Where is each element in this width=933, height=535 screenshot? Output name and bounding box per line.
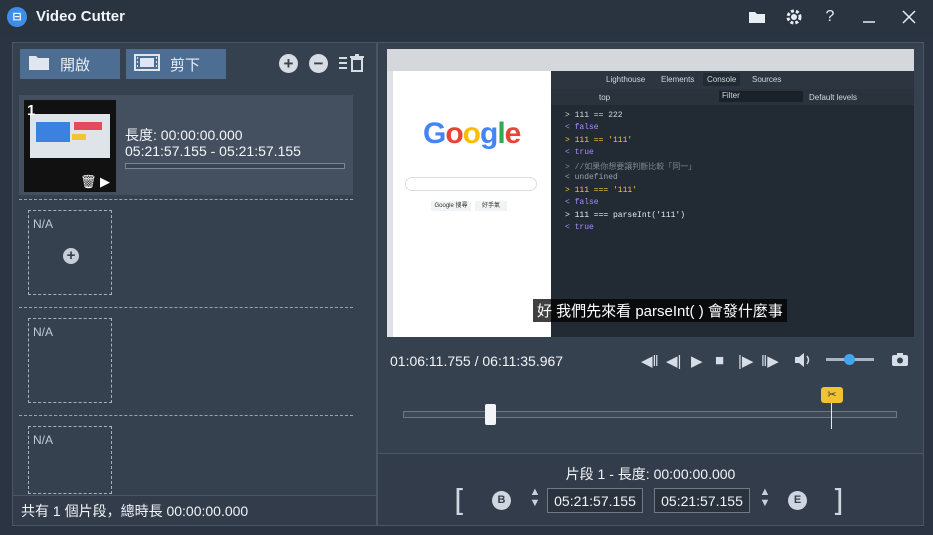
close-icon[interactable] [898,6,920,28]
help-icon[interactable]: ? [819,6,841,28]
google-page: Google Google 搜尋 好手氣 [393,71,551,337]
folder-open-icon [28,54,50,75]
skip-forward-icon[interactable]: ‖▶ [761,352,779,370]
slot-label: N/A [33,217,54,231]
devtools-tab: Lighthouse [606,75,646,84]
clip-thumbnail: 1 🗑 ▶ [24,100,116,192]
add-slot-icon[interactable]: + [63,248,79,264]
step-forward-icon[interactable]: |▶ [738,352,753,370]
segment-info: 片段 1 - 長度: 00:00:00.000 [565,466,736,482]
console-line: < true [565,223,594,232]
volume-knob[interactable] [844,354,855,365]
divider [19,199,353,200]
cut-marker-line [831,403,832,429]
title-bar: ⊟ Video Cutter ? [0,0,933,34]
player-panel: Google Google 搜尋 好手氣 Lighthouse Elements… [377,42,924,526]
film-icon: ⊟ [7,7,27,27]
play-icon[interactable]: ▶ [691,352,703,370]
devtools-tab: Sources [752,75,782,84]
begin-button[interactable]: B [492,491,511,510]
start-time-input[interactable] [547,488,643,513]
start-spinner-icon[interactable]: ▲ ▼ [528,487,542,509]
browser-frame: Google Google 搜尋 好手氣 Lighthouse Elements… [387,49,914,337]
slot-label: N/A [33,325,54,339]
filmstrip-icon [134,53,160,75]
clip-range: 05:21:57.155 - 05:21:57.155 [125,143,301,159]
console-line: > 111 === '111' [565,186,638,195]
volume-icon[interactable] [794,352,812,372]
cut-button[interactable]: 剪下 [126,49,226,79]
filter-input: Filter [719,91,803,102]
console-line: < true [565,148,594,157]
open-button[interactable]: 開啟 [20,49,120,79]
google-logo: Google [423,117,521,150]
remove-icon[interactable]: − [309,54,328,73]
console-line: > //如果你想要讓判斷比較「同一」 [565,163,697,172]
console-line: > 111 === parseInt('111') [565,211,686,220]
browser-chrome [387,49,914,71]
empty-slot[interactable]: N/A + [28,210,112,295]
add-icon[interactable]: + [279,54,298,73]
step-back-icon[interactable]: ◀| [666,352,681,370]
levels-select: Default levels [809,93,858,102]
clip-number: 1 [27,102,36,119]
slot-label: N/A [33,433,54,447]
open-button-label: 開啟 [60,56,91,74]
gear-icon[interactable] [783,6,805,28]
devtools-panel: Lighthouse Elements Console Sources top … [551,71,914,337]
devtools-tab: Elements [661,75,695,84]
end-spinner-icon[interactable]: ▲ ▼ [758,487,772,509]
devtools-tabs: Lighthouse Elements Console Sources [551,71,914,89]
app-title: Video Cutter [36,8,125,25]
timecode: 01:06:11.755 / 06:11:35.967 [390,353,564,369]
skip-back-icon[interactable]: ◀‖ [641,352,659,370]
clip-summary: 共有 1 個片段，總時長 00:00:00.000 [13,495,376,525]
console-line: < false [565,198,599,207]
console-line: > 111 == '111' [565,136,633,145]
google-search-box [405,177,537,191]
google-lucky-button: 好手氣 [475,201,507,211]
google-search-button: Google 搜尋 [431,201,471,211]
divider [19,307,353,308]
console-line: < undefined [565,173,618,182]
timeline-handle[interactable] [485,404,496,425]
clip-info: 長度: 00:00:00.000 05:21:57.155 - 05:21:57… [125,127,301,159]
play-icon[interactable]: ▶ [100,174,110,190]
segment-editor: 片段 1 - 長度: 00:00:00.000 [ B ▲▼ ▲▼ E ] [378,453,923,525]
trash-icon[interactable]: 🗑 [80,174,97,190]
set-start-bracket-icon[interactable]: [ [454,484,466,519]
video-subtitle: 好 我們先來看 parseInt( ) 會發什麼事 [533,299,787,322]
empty-slot[interactable]: N/A [28,426,112,494]
console-toolbar: top Filter Default levels [551,89,914,105]
cut-button-label: 剪下 [170,56,201,74]
clip-progress [125,163,345,169]
empty-slot[interactable]: N/A [28,318,112,403]
clip-item[interactable]: 1 🗑 ▶ 長度: 00:00:00.000 05:21:57.155 - 05… [19,95,353,195]
end-time-input[interactable] [654,488,750,513]
stop-icon[interactable]: ■ [715,352,724,369]
clip-duration: 長度: 00:00:00.000 [125,127,243,143]
camera-icon[interactable] [891,352,909,371]
end-button[interactable]: E [788,491,807,510]
scissors-icon[interactable]: ✂ [821,387,843,403]
clip-list-panel: 開啟 剪下 + − 1 🗑 ▶ 長度: 00:00:00.000 05:21:5… [12,42,377,526]
console-line: < false [565,123,599,132]
set-end-bracket-icon[interactable]: ] [832,484,844,519]
timeline-track[interactable] [403,411,897,418]
devtools-tab: Console [703,73,741,86]
video-preview[interactable]: Google Google 搜尋 好手氣 Lighthouse Elements… [387,49,914,337]
context-select: top [599,93,611,102]
divider [19,415,353,416]
minimize-icon[interactable] [858,6,880,28]
folder-icon[interactable] [746,6,768,28]
console-line: > 111 == 222 [565,111,623,120]
delete-all-icon[interactable] [338,54,366,77]
